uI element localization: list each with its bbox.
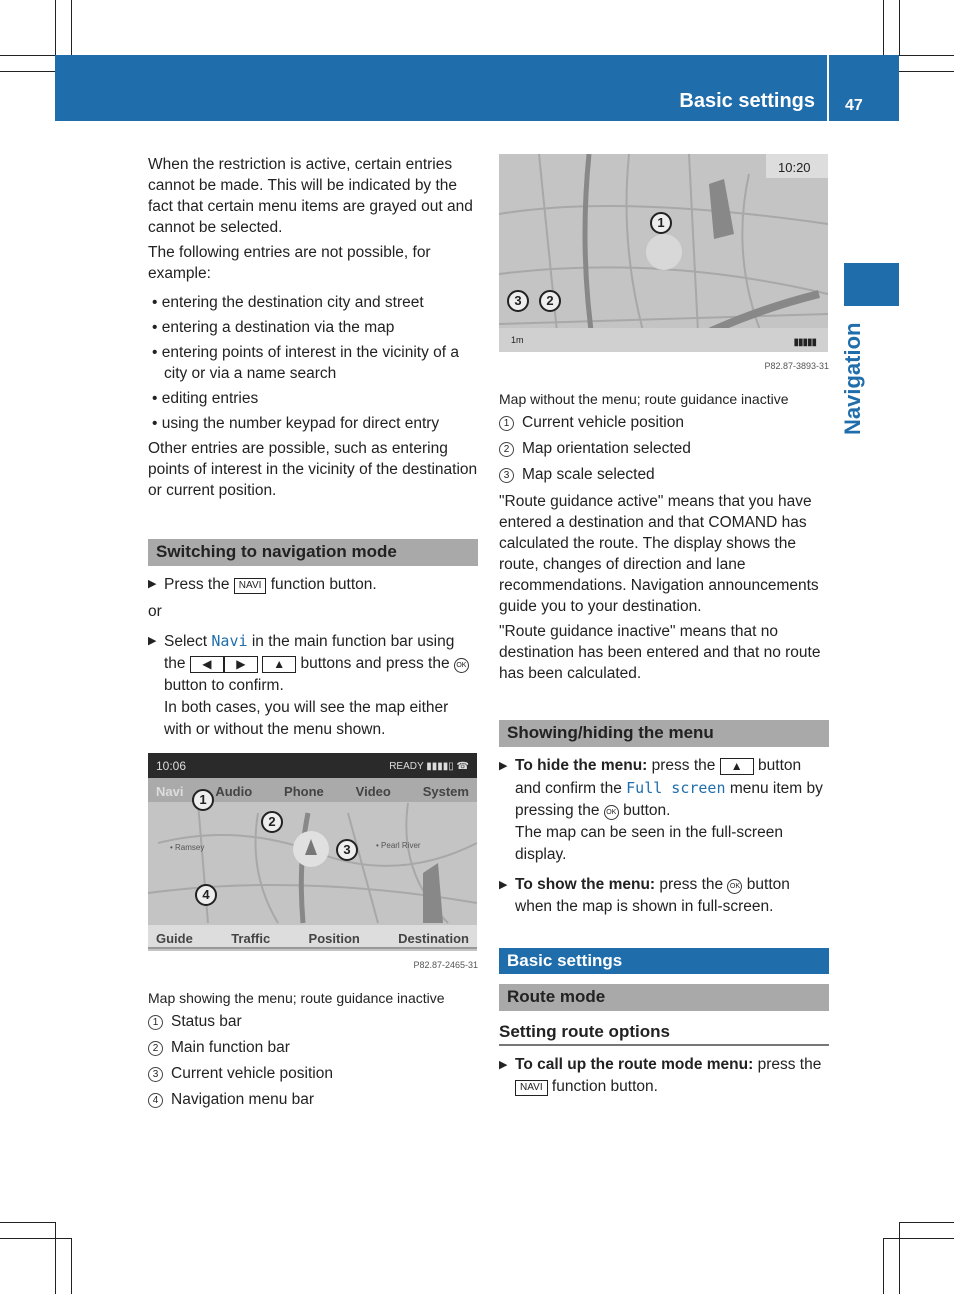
figure-legend: 1 Status bar 2 Main function bar 3 Current … [148, 1011, 478, 1110]
step: To hide the menu: press the ▲ button and… [499, 755, 829, 866]
figure-caption: Map without the menu; route guidance ina… [499, 391, 789, 407]
list-item: • editing entries [152, 390, 259, 407]
step: To call up the route mode menu: press th… [499, 1054, 829, 1098]
header-title: Basic settings [679, 90, 815, 112]
callout-1: 1 [192, 789, 214, 811]
legend-item: 3 Current vehicle position [148, 1063, 478, 1084]
crop-mark [0, 71, 55, 72]
status-bar: 10:06 READY ▮▮▮▮▯ ☎ [148, 753, 477, 778]
map-bottom-bar [499, 328, 828, 352]
crop-mark [0, 1238, 71, 1239]
full-screen-menu-item: Full screen [626, 779, 726, 797]
map-without-menu-image: 10:20 1m ▮▮▮▮▮ 1 2 3 [499, 154, 828, 352]
place-label: • Ramsey [170, 843, 205, 852]
subsection-heading: Setting route options [499, 1021, 829, 1046]
legend-item: 3 Map scale selected [499, 464, 829, 485]
chapter-heading: Basic settings [499, 948, 829, 974]
crop-mark [883, 1238, 954, 1239]
right-button-icon: ▶ [223, 656, 258, 673]
paragraph: "Route guidance active" means that you h… [499, 493, 819, 615]
step: To show the menu: press the OK button wh… [499, 874, 829, 918]
page-number: 47 [845, 97, 863, 114]
signal-icon: ▮▮▮▮▮ [793, 337, 816, 348]
map-scale: 1m [511, 335, 524, 345]
intro-paragraph: The following entries are not possible, … [148, 244, 431, 282]
header-divider [827, 55, 829, 121]
legend-item: 2 Map orientation selected [499, 438, 829, 459]
crop-mark [899, 55, 954, 56]
crop-mark [71, 0, 72, 55]
crop-mark [55, 1222, 56, 1294]
crop-mark [899, 0, 900, 55]
ok-button-icon: OK [603, 805, 619, 820]
paragraph: "Route guidance inactive" means that no … [499, 623, 821, 682]
step-note: In both cases, you will see the map eith… [164, 699, 449, 738]
up-button-icon: ▲ [262, 656, 297, 673]
left-column: When the restriction is active, certain … [148, 154, 478, 1115]
crop-mark [883, 1238, 884, 1294]
crop-mark [71, 1238, 72, 1294]
place-label: • Pearl River [376, 841, 421, 850]
legend-item: 1 Current vehicle position [499, 412, 829, 433]
up-button-icon: ▲ [719, 758, 754, 775]
list-item: • entering a destination via the map [152, 319, 395, 336]
time-display: 10:20 [766, 154, 828, 178]
navi-menu-item: Navi [211, 632, 248, 650]
ok-button-icon: OK [453, 658, 469, 673]
callout-4: 4 [195, 884, 217, 906]
list-item: • using the number keypad for direct ent… [152, 415, 440, 432]
callout-1: 1 [650, 212, 672, 234]
navi-key: NAVI [515, 1080, 548, 1096]
side-tab-label: Navigation [840, 322, 865, 435]
or-text: or [148, 603, 162, 620]
side-tab [844, 263, 899, 306]
left-button-icon: ◀ [189, 656, 224, 673]
callout-2: 2 [539, 290, 561, 312]
crop-mark [0, 55, 55, 56]
page-header: Basic settings 47 [55, 55, 899, 121]
figure-legend: 1 Current vehicle position 2 Map orientati… [499, 412, 829, 485]
right-column: 10:20 1m ▮▮▮▮▮ 1 2 3 P82.87-3893-31 Map … [499, 154, 829, 1102]
navi-key: NAVI [233, 578, 267, 594]
callout-2: 2 [261, 811, 283, 833]
legend-item: 4 Navigation menu bar [148, 1089, 478, 1110]
legend-item: 1 Status bar [148, 1011, 478, 1032]
image-code: P82.87-2465-31 [413, 960, 478, 970]
section-heading: Showing/hiding the menu [499, 720, 829, 747]
step-note: The map can be seen in the full-screen d… [515, 824, 783, 863]
list-item: • entering the destination city and stre… [152, 294, 424, 311]
image-code: P82.87-3893-31 [764, 361, 829, 371]
section-heading: Route mode [499, 984, 829, 1011]
crop-mark [883, 0, 884, 55]
step: Press the NAVI function button. [148, 574, 478, 595]
callout-3: 3 [507, 290, 529, 312]
legend-item: 2 Main function bar [148, 1037, 478, 1058]
map-roads [499, 154, 828, 352]
callout-3: 3 [336, 839, 358, 861]
paragraph: Other entries are possible, such as ente… [148, 440, 478, 499]
section-heading: Switching to navigation mode [148, 539, 478, 566]
crop-mark [0, 1222, 55, 1223]
figure-caption: Map showing the menu; route guidance ina… [148, 990, 445, 1006]
crop-mark [55, 0, 56, 55]
crop-mark [899, 71, 954, 72]
intro-paragraph: When the restriction is active, certain … [148, 156, 473, 236]
navigation-menu-bar: Guide Traffic Position Destination [148, 925, 477, 949]
ok-button-icon: OK [727, 879, 743, 894]
crop-mark [899, 1222, 954, 1223]
crop-mark [899, 1222, 900, 1294]
step: Select Navi in the main function bar usi… [148, 630, 478, 741]
map-with-menu-image: 10:06 READY ▮▮▮▮▯ ☎ Navi Audio Phone Video Sy… [148, 753, 477, 951]
list-item: • entering points of interest in the vic… [152, 344, 459, 382]
